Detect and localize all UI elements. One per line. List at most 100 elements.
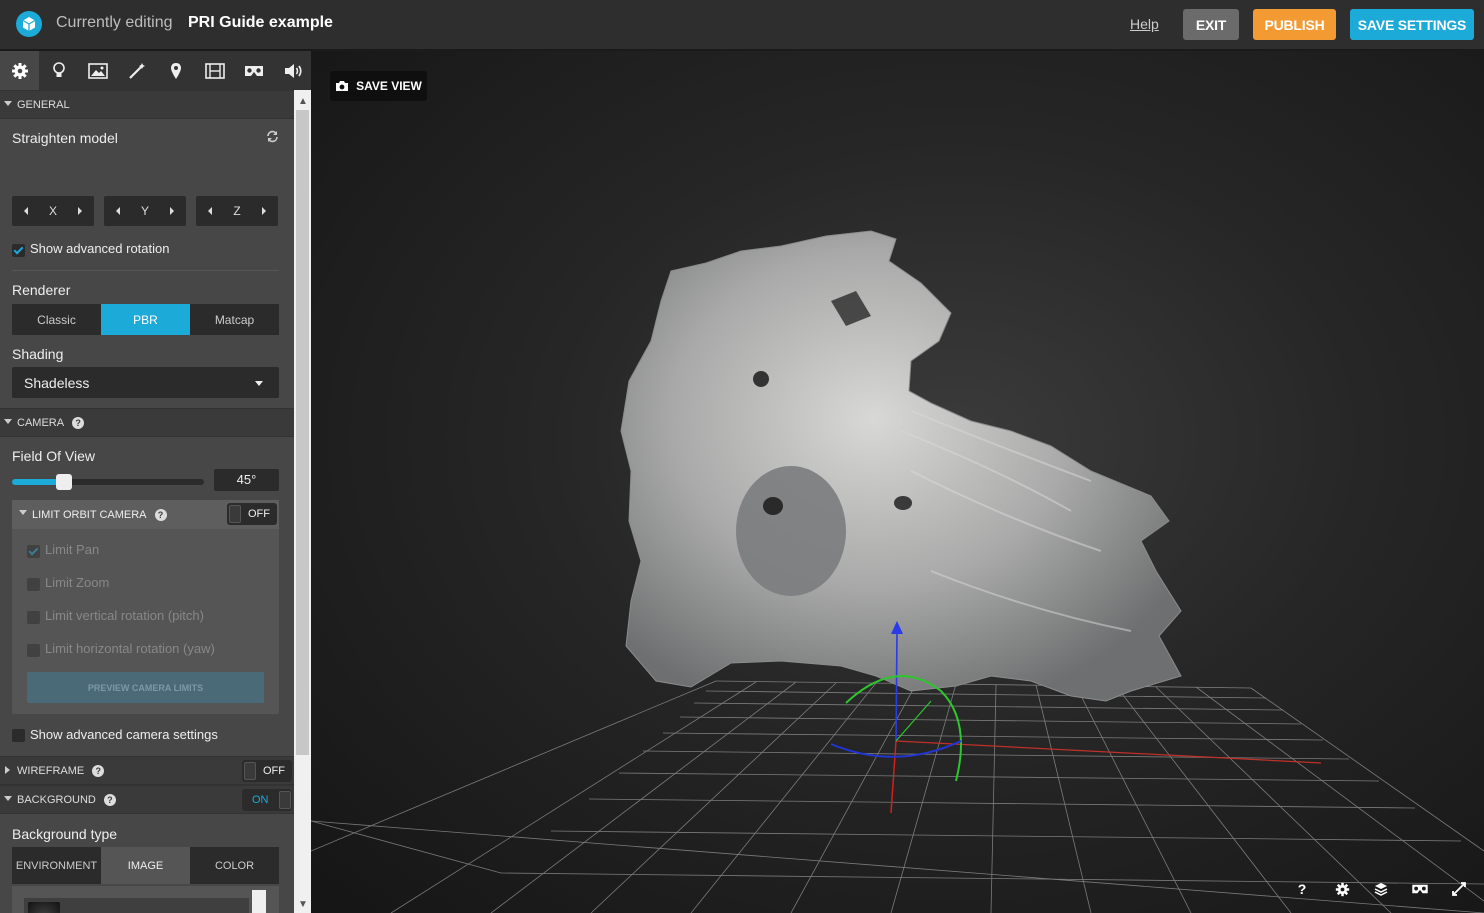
publish-button[interactable]: PUBLISH (1253, 9, 1336, 40)
rotate-z-control[interactable]: Z (196, 196, 278, 226)
rotate-y-left-icon[interactable] (116, 207, 120, 215)
layers-icon[interactable] (1371, 879, 1391, 899)
section-wireframe[interactable]: WIREFRAME ? OFF (0, 756, 294, 785)
wireframe-toggle[interactable]: OFF (242, 760, 292, 782)
caret-down-icon (4, 419, 12, 424)
preview-camera-limits-button[interactable]: PREVIEW CAMERA LIMITS (27, 672, 264, 703)
fov-label: Field Of View (12, 448, 95, 464)
fov-slider-handle[interactable] (55, 474, 72, 490)
settings-tab-bar (0, 51, 311, 90)
background-thumbnail (28, 902, 60, 913)
section-background[interactable]: BACKGROUND ? ON (0, 785, 294, 814)
top-bar: Currently editing PRI Guide example Help… (0, 0, 1484, 50)
viewer-controls: ? (1287, 879, 1477, 901)
settings-panel: GENERAL Straighten model X Y Z Show adva… (0, 90, 294, 913)
advanced-rotation-label: Show advanced rotation (30, 241, 170, 256)
background-toggle[interactable]: ON (242, 789, 292, 811)
background-type-label: Background type (12, 826, 118, 842)
rotate-x-left-icon[interactable] (24, 207, 28, 215)
save-settings-button[interactable]: SAVE SETTINGS (1350, 9, 1474, 40)
caret-down-icon (4, 101, 12, 106)
rotate-y-control[interactable]: Y (104, 196, 186, 226)
limit-pan-checkbox[interactable] (27, 545, 40, 558)
rotate-y-right-icon[interactable] (169, 207, 174, 215)
vr-icon[interactable] (1410, 879, 1430, 899)
limit-orbit-toggle[interactable]: OFF (227, 503, 277, 525)
save-view-button[interactable]: SAVE VIEW (330, 71, 427, 101)
advanced-camera-label: Show advanced camera settings (30, 727, 218, 742)
bg-type-environment[interactable]: ENVIRONMENT (12, 847, 101, 884)
scroll-down-icon[interactable]: ▼ (298, 899, 308, 910)
renderer-matcap-option[interactable]: Matcap (190, 304, 279, 335)
shading-select[interactable]: Shadeless (12, 367, 279, 398)
advanced-rotation-checkbox[interactable] (12, 244, 25, 257)
renderer-classic-option[interactable]: Classic (12, 304, 101, 335)
3d-viewport[interactable]: SAVE VIEW ? (311, 51, 1484, 913)
limit-pan-label: Limit Pan (45, 542, 100, 557)
section-general-label: GENERAL (17, 98, 70, 111)
renderer-label: Renderer (12, 282, 71, 298)
limit-pitch-checkbox[interactable] (27, 611, 40, 624)
section-general[interactable]: GENERAL (0, 90, 294, 119)
tab-vr-icon[interactable] (234, 51, 273, 90)
section-background-label: BACKGROUND (17, 793, 96, 806)
fov-slider[interactable] (12, 474, 204, 490)
background-image-list: clean_dark (12, 886, 279, 913)
help-icon[interactable]: ? (1292, 879, 1312, 899)
background-help-icon[interactable]: ? (103, 793, 116, 806)
reset-rotation-icon[interactable] (266, 130, 279, 148)
tab-lighting-lightbulb-icon[interactable] (39, 51, 78, 90)
caret-down-icon (19, 510, 27, 515)
toggle-knob (229, 505, 241, 523)
toggle-knob (278, 791, 291, 809)
limit-zoom-checkbox[interactable] (27, 578, 40, 591)
limit-yaw-label: Limit horizontal rotation (yaw) (45, 641, 215, 656)
fullscreen-icon[interactable] (1449, 879, 1469, 899)
straighten-model-label: Straighten model (12, 130, 118, 146)
renderer-pbr-option[interactable]: PBR (101, 304, 190, 335)
section-wireframe-label: WIREFRAME (17, 764, 85, 777)
scene-canvas[interactable] (311, 51, 1484, 913)
rotate-z-left-icon[interactable] (208, 207, 212, 215)
rotate-x-right-icon[interactable] (77, 207, 82, 215)
wireframe-state: OFF (263, 765, 285, 777)
help-link[interactable]: Help (1130, 16, 1159, 32)
rotate-z-right-icon[interactable] (262, 207, 266, 215)
caret-right-icon (5, 766, 10, 774)
tab-materials-image-icon[interactable] (78, 51, 117, 90)
scroll-up-icon[interactable]: ▲ (298, 96, 308, 107)
tab-annotations-pin-icon[interactable] (156, 51, 195, 90)
divider (12, 270, 279, 271)
rotate-x-control[interactable]: X (12, 196, 94, 226)
rock-nodule (736, 466, 846, 596)
shading-value: Shadeless (24, 375, 90, 391)
fov-value-field[interactable]: 45° (214, 469, 279, 491)
sketchfab-logo-icon[interactable] (16, 11, 42, 37)
bg-type-image[interactable]: IMAGE (101, 847, 190, 884)
background-image-item[interactable]: clean_dark (24, 898, 249, 913)
axis-x-label: X (48, 204, 57, 218)
wireframe-help-icon[interactable]: ? (92, 764, 105, 777)
limit-yaw-checkbox[interactable] (27, 644, 40, 657)
sidebar-scroll-thumb[interactable] (296, 110, 309, 755)
limit-orbit-header[interactable]: LIMIT ORBIT CAMERA ? OFF (12, 500, 279, 529)
limit-orbit-help-icon[interactable]: ? (154, 508, 167, 521)
rock-hole (753, 371, 769, 387)
tab-sound-icon[interactable] (273, 51, 312, 90)
section-camera[interactable]: CAMERA ? (0, 408, 294, 437)
limit-orbit-panel: LIMIT ORBIT CAMERA ? OFF Limit Pan Limit… (12, 500, 279, 714)
save-view-label: SAVE VIEW (356, 79, 422, 93)
bg-type-color[interactable]: COLOR (190, 847, 279, 884)
settings-sidebar: ▲ ▼ GENERAL Straighten model X Y Z Show … (0, 51, 311, 913)
advanced-camera-checkbox[interactable] (12, 729, 25, 742)
settings-icon[interactable] (1332, 879, 1352, 899)
tab-postfx-wand-icon[interactable] (117, 51, 156, 90)
tab-animation-film-icon[interactable] (195, 51, 234, 90)
tab-general-gear-icon[interactable] (0, 51, 39, 90)
limit-orbit-state: OFF (248, 508, 270, 520)
background-list-scrollbar[interactable] (252, 890, 266, 913)
exit-button[interactable]: EXIT (1183, 9, 1239, 40)
camera-help-icon[interactable]: ? (72, 416, 85, 429)
section-camera-label: CAMERA (17, 416, 65, 429)
editing-prefix: Currently editing (56, 14, 173, 31)
